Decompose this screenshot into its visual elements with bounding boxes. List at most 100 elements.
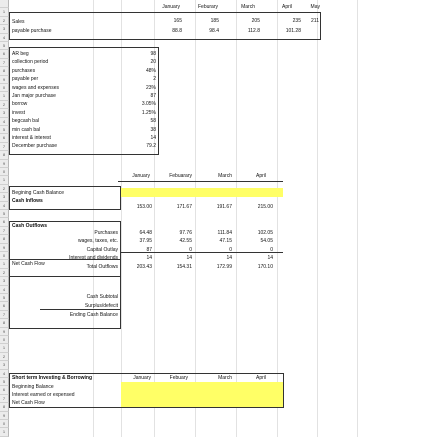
row-number[interactable]: 9 [0,243,9,252]
param-label: wages and expenses [12,84,59,91]
row-number[interactable]: 4 [0,33,9,42]
outflow-value: 97.76 [179,230,192,236]
row-number[interactable]: 3 [0,361,9,370]
row-number[interactable]: 8 [0,403,9,412]
row-number[interactable]: 9 [0,75,9,84]
section2-month: Febuarary [169,173,192,179]
payable-value: 98.4 [209,28,219,34]
ending-divider [40,309,121,310]
row-number[interactable]: 8 [0,319,9,328]
row-number[interactable]: 1 [0,8,9,17]
ending-balance-label: Ending Cash Balance [69,312,118,318]
cash-subtotal-label: Cash Subtotal [86,294,118,300]
outflow-label: Purchases [94,230,118,236]
outflow-value: 14 [186,255,192,262]
row-number[interactable]: 0 [0,252,9,261]
outflow-value: 203.43 [136,263,152,270]
param-value: 48% [145,67,156,74]
outflow-value: 14 [146,255,152,262]
payable-value: 101.28 [285,28,301,34]
row-number[interactable]: 0 [0,420,9,429]
row-number[interactable]: 1 [0,260,9,269]
row-number[interactable]: 7 [0,226,9,236]
outflow-value: 170.10 [257,263,273,270]
row-number[interactable]: 9 [0,159,9,168]
row-number[interactable] [0,0,9,9]
month-header: April [281,4,292,10]
row-number[interactable]: 6 [0,50,9,59]
section3-month: March [218,375,232,381]
total-divider [121,252,283,253]
param-label: min cash bal [12,126,41,133]
payable-label: payable purchase [12,28,52,34]
cash-inflow-value: 215.00 [257,204,273,210]
param-label: collection period [12,59,49,66]
sales-value: 165 [173,18,182,24]
row-number[interactable]: 8 [0,235,9,244]
section2-month: January [132,173,150,179]
param-label: AR beg [12,51,29,57]
row-number[interactable]: 5 [0,378,9,387]
row-number[interactable]: 3 [0,193,9,202]
row-number[interactable]: 9 [0,411,9,420]
row-number[interactable]: 0 [0,84,9,93]
row-number[interactable]: 2 [0,268,9,278]
short-term-highlight [121,382,283,407]
month-header: March [241,4,255,10]
row-number[interactable]: 6 [0,134,9,143]
row-number[interactable]: 3 [0,109,9,118]
row-number[interactable]: 6 [0,218,9,227]
row-number[interactable]: 9 [0,327,9,336]
param-value: 58 [150,118,156,125]
param-label: invest [12,109,26,116]
gridline [357,0,358,437]
divider [118,181,283,182]
cash-inflow-value: 171.67 [176,204,192,210]
beginning-cash-highlight [121,188,283,197]
param-value: 14 [150,135,156,141]
row-number[interactable]: 0 [0,336,9,345]
param-label: borrow [12,101,28,108]
row-number[interactable]: 0 [0,168,9,177]
sales-value: 205 [251,18,260,24]
beg-cash-label: Begining Cash Balance [12,190,64,196]
row-number[interactable]: 2 [0,352,9,362]
row-number[interactable]: 5 [0,210,9,219]
row-number[interactable]: 4 [0,201,9,210]
param-value: 3.05% [141,101,156,108]
row-number[interactable]: 7 [0,142,9,152]
spreadsheet-grid: 1234567890123456789012345678901234567890… [0,0,430,437]
row-number[interactable]: 6 [0,386,9,395]
short-term-title: Short term Investing & Borrowing [12,375,93,381]
cash-inflows-label: Cash Inflows [12,198,43,204]
row-number[interactable]: 2 [0,184,9,194]
row-number[interactable]: 5 [0,126,9,135]
row-number[interactable]: 1 [0,344,9,353]
cash-inflow-value: 191.67 [216,204,232,210]
row-number[interactable]: 3 [0,277,9,286]
row-number[interactable]: 7 [0,310,9,320]
row-number[interactable]: 4 [0,285,9,294]
param-value: 1.25% [141,109,156,116]
outflow-label: wages, taxes, etc. [77,238,118,245]
row-number[interactable]: 2 [0,16,9,26]
row-number[interactable]: 5 [0,294,9,303]
row-number[interactable]: 7 [0,394,9,404]
param-label: purchases [12,67,36,74]
section3-month: January [133,375,151,381]
row-number[interactable]: 5 [0,42,9,51]
row-number[interactable]: 1 [0,428,9,437]
row-number[interactable]: 1 [0,92,9,101]
section3-month: Febuary [169,375,188,381]
row-number[interactable]: 4 [0,117,9,126]
row-number[interactable]: 4 [0,369,9,378]
row-number[interactable]: 8 [0,151,9,160]
row-number[interactable]: 3 [0,25,9,34]
month-header: Feburary [197,4,218,10]
row-number[interactable]: 8 [0,67,9,76]
row-number[interactable]: 2 [0,100,9,110]
net-cash-flow-label: Net Cash Flow [12,400,45,406]
row-number[interactable]: 6 [0,302,9,311]
row-number[interactable]: 7 [0,58,9,68]
row-number[interactable]: 1 [0,176,9,185]
